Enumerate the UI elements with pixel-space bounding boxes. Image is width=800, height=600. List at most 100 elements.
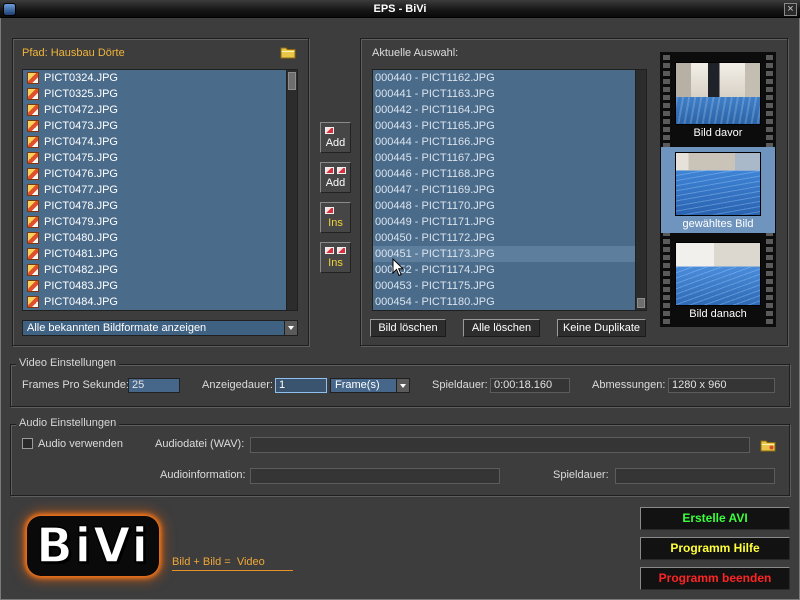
selection-row[interactable]: 000454 - PICT1180.JPG xyxy=(373,294,635,310)
source-file-row[interactable]: PICT0479.JPG xyxy=(23,214,286,230)
selection-row[interactable]: 000448 - PICT1170.JPG xyxy=(373,198,635,214)
selection-row-label: 000446 - PICT1168.JPG xyxy=(375,168,495,180)
source-list-scrollbar[interactable] xyxy=(286,70,297,310)
image-file-icon xyxy=(27,296,39,308)
selection-row[interactable]: 000445 - PICT1167.JPG xyxy=(373,150,635,166)
source-file-name: PICT0479.JPG xyxy=(44,216,118,228)
selection-row[interactable]: 000441 - PICT1163.JPG xyxy=(373,86,635,102)
insert-all-images-button-label: Ins xyxy=(328,257,343,269)
video-playtime-field: 0:00:18.160 xyxy=(490,378,570,393)
chevron-down-icon[interactable] xyxy=(396,379,409,392)
source-file-row[interactable]: PICT0472.JPG xyxy=(23,102,286,118)
fps-label: Frames Pro Sekunde: xyxy=(22,379,129,391)
selection-list-scrollbar[interactable] xyxy=(635,70,646,310)
image-file-icon xyxy=(27,200,39,212)
selection-row-label: 000450 - PICT1172.JPG xyxy=(375,232,495,244)
selection-row-label: 000442 - PICT1164.JPG xyxy=(375,104,495,116)
source-file-name: PICT0484.JPG xyxy=(44,296,118,308)
source-file-row[interactable]: PICT0478.JPG xyxy=(23,198,286,214)
chevron-down-icon[interactable] xyxy=(284,321,297,335)
previous-image-thumbnail[interactable] xyxy=(675,62,761,125)
image-file-icon xyxy=(27,72,39,84)
delete-image-button[interactable]: Bild löschen xyxy=(370,319,446,337)
dimensions-field: 1280 x 960 xyxy=(668,378,775,393)
use-audio-checkbox[interactable] xyxy=(22,438,33,449)
multiple-images-icon xyxy=(337,247,346,254)
source-file-row[interactable]: PICT0477.JPG xyxy=(23,182,286,198)
selection-list-scroll-thumb[interactable] xyxy=(637,298,645,308)
use-audio-label[interactable]: Audio verwenden xyxy=(38,438,123,451)
delete-all-button[interactable]: Alle löschen xyxy=(463,319,540,337)
selection-row[interactable]: 000449 - PICT1171.JPG xyxy=(373,214,635,230)
video-playtime-label: Spieldauer: xyxy=(432,379,488,391)
source-path-label: Pfad: Hausbau Dörte xyxy=(22,47,125,59)
insert-all-images-button[interactable]: Ins xyxy=(320,242,351,273)
image-file-icon xyxy=(27,184,39,196)
multiple-images-icon xyxy=(325,247,334,254)
audio-playtime-label: Spieldauer: xyxy=(553,469,609,481)
selection-row[interactable]: 000442 - PICT1164.JPG xyxy=(373,102,635,118)
duration-unit-select[interactable]: Frame(s) xyxy=(330,378,410,393)
folder-icon[interactable] xyxy=(280,46,296,59)
previous-image-label: Bild davor xyxy=(693,127,743,139)
selection-row[interactable]: 000443 - PICT1165.JPG xyxy=(373,118,635,134)
audio-settings-legend: Audio Einstellungen xyxy=(16,417,120,430)
source-file-name: PICT0472.JPG xyxy=(44,104,118,116)
quit-button[interactable]: Programm beenden xyxy=(640,567,790,590)
create-avi-button[interactable]: Erstelle AVI xyxy=(640,507,790,530)
image-file-icon xyxy=(27,152,39,164)
selection-list[interactable]: 000440 - PICT1162.JPG 000441 - PICT1163.J… xyxy=(372,69,647,311)
source-list-scroll-thumb[interactable] xyxy=(288,72,296,90)
source-file-row[interactable]: PICT0473.JPG xyxy=(23,118,286,134)
source-file-row[interactable]: PICT0474.JPG xyxy=(23,134,286,150)
source-file-name: PICT0474.JPG xyxy=(44,136,118,148)
audio-playtime-field xyxy=(615,468,775,484)
next-image-thumbnail[interactable] xyxy=(675,242,761,306)
fps-field[interactable]: 25 xyxy=(128,378,180,393)
add-image-button[interactable]: Add xyxy=(320,122,351,153)
source-file-row[interactable]: PICT0482.JPG xyxy=(23,262,286,278)
insert-image-button[interactable]: Ins xyxy=(320,202,351,233)
source-file-row[interactable]: PICT0476.JPG xyxy=(23,166,286,182)
image-file-icon xyxy=(27,264,39,276)
source-file-list[interactable]: PICT0324.JPG PICT0325.JPG PICT0472.JPG PICT… xyxy=(22,69,298,311)
close-button[interactable]: × xyxy=(784,3,797,16)
source-file-row[interactable]: PICT0483.JPG xyxy=(23,278,286,294)
image-file-icon xyxy=(27,216,39,228)
source-file-row[interactable]: PICT0484.JPG xyxy=(23,294,286,310)
file-format-filter-select[interactable]: Alle bekannten Bildformate anzeigen xyxy=(22,320,298,336)
bivi-logo: BiVi xyxy=(27,516,159,576)
remove-duplicates-button[interactable]: Keine Duplikate xyxy=(557,319,646,337)
add-all-images-button[interactable]: Add xyxy=(320,162,351,193)
selection-row[interactable]: 000450 - PICT1172.JPG xyxy=(373,230,635,246)
selection-row-label: 000449 - PICT1171.JPG xyxy=(375,216,495,228)
image-file-icon xyxy=(27,248,39,260)
next-image-label: Bild danach xyxy=(689,308,747,320)
multiple-images-icon xyxy=(325,167,334,174)
source-file-row[interactable]: PICT0324.JPG xyxy=(23,70,286,86)
source-file-name: PICT0482.JPG xyxy=(44,264,118,276)
source-file-row[interactable]: PICT0480.JPG xyxy=(23,230,286,246)
audio-file-field[interactable] xyxy=(250,437,750,453)
help-button[interactable]: Programm Hilfe xyxy=(640,537,790,560)
selection-row-label: 000440 - PICT1162.JPG xyxy=(375,72,495,84)
selection-row[interactable]: 000452 - PICT1174.JPG xyxy=(373,262,635,278)
selection-row[interactable]: 000451 - PICT1173.JPG xyxy=(373,246,635,262)
audio-info-field xyxy=(250,468,500,484)
selection-row[interactable]: 000446 - PICT1168.JPG xyxy=(373,166,635,182)
selection-row-label: 000454 - PICT1180.JPG xyxy=(375,296,495,308)
title-bar[interactable]: EPS - BiVi × xyxy=(0,0,800,18)
display-duration-field[interactable]: 1 xyxy=(275,378,327,393)
tagline: Bild + Bild = Video xyxy=(172,555,293,571)
source-file-row[interactable]: PICT0481.JPG xyxy=(23,246,286,262)
close-icon: × xyxy=(787,3,794,15)
selection-row[interactable]: 000447 - PICT1169.JPG xyxy=(373,182,635,198)
image-file-icon xyxy=(27,232,39,244)
source-file-row[interactable]: PICT0325.JPG xyxy=(23,86,286,102)
selection-row[interactable]: 000453 - PICT1175.JPG xyxy=(373,278,635,294)
source-file-row[interactable]: PICT0475.JPG xyxy=(23,150,286,166)
folder-icon[interactable] xyxy=(760,439,776,452)
selection-row-label: 000445 - PICT1167.JPG xyxy=(375,152,495,164)
selection-row[interactable]: 000440 - PICT1162.JPG xyxy=(373,70,635,86)
selection-row[interactable]: 000444 - PICT1166.JPG xyxy=(373,134,635,150)
